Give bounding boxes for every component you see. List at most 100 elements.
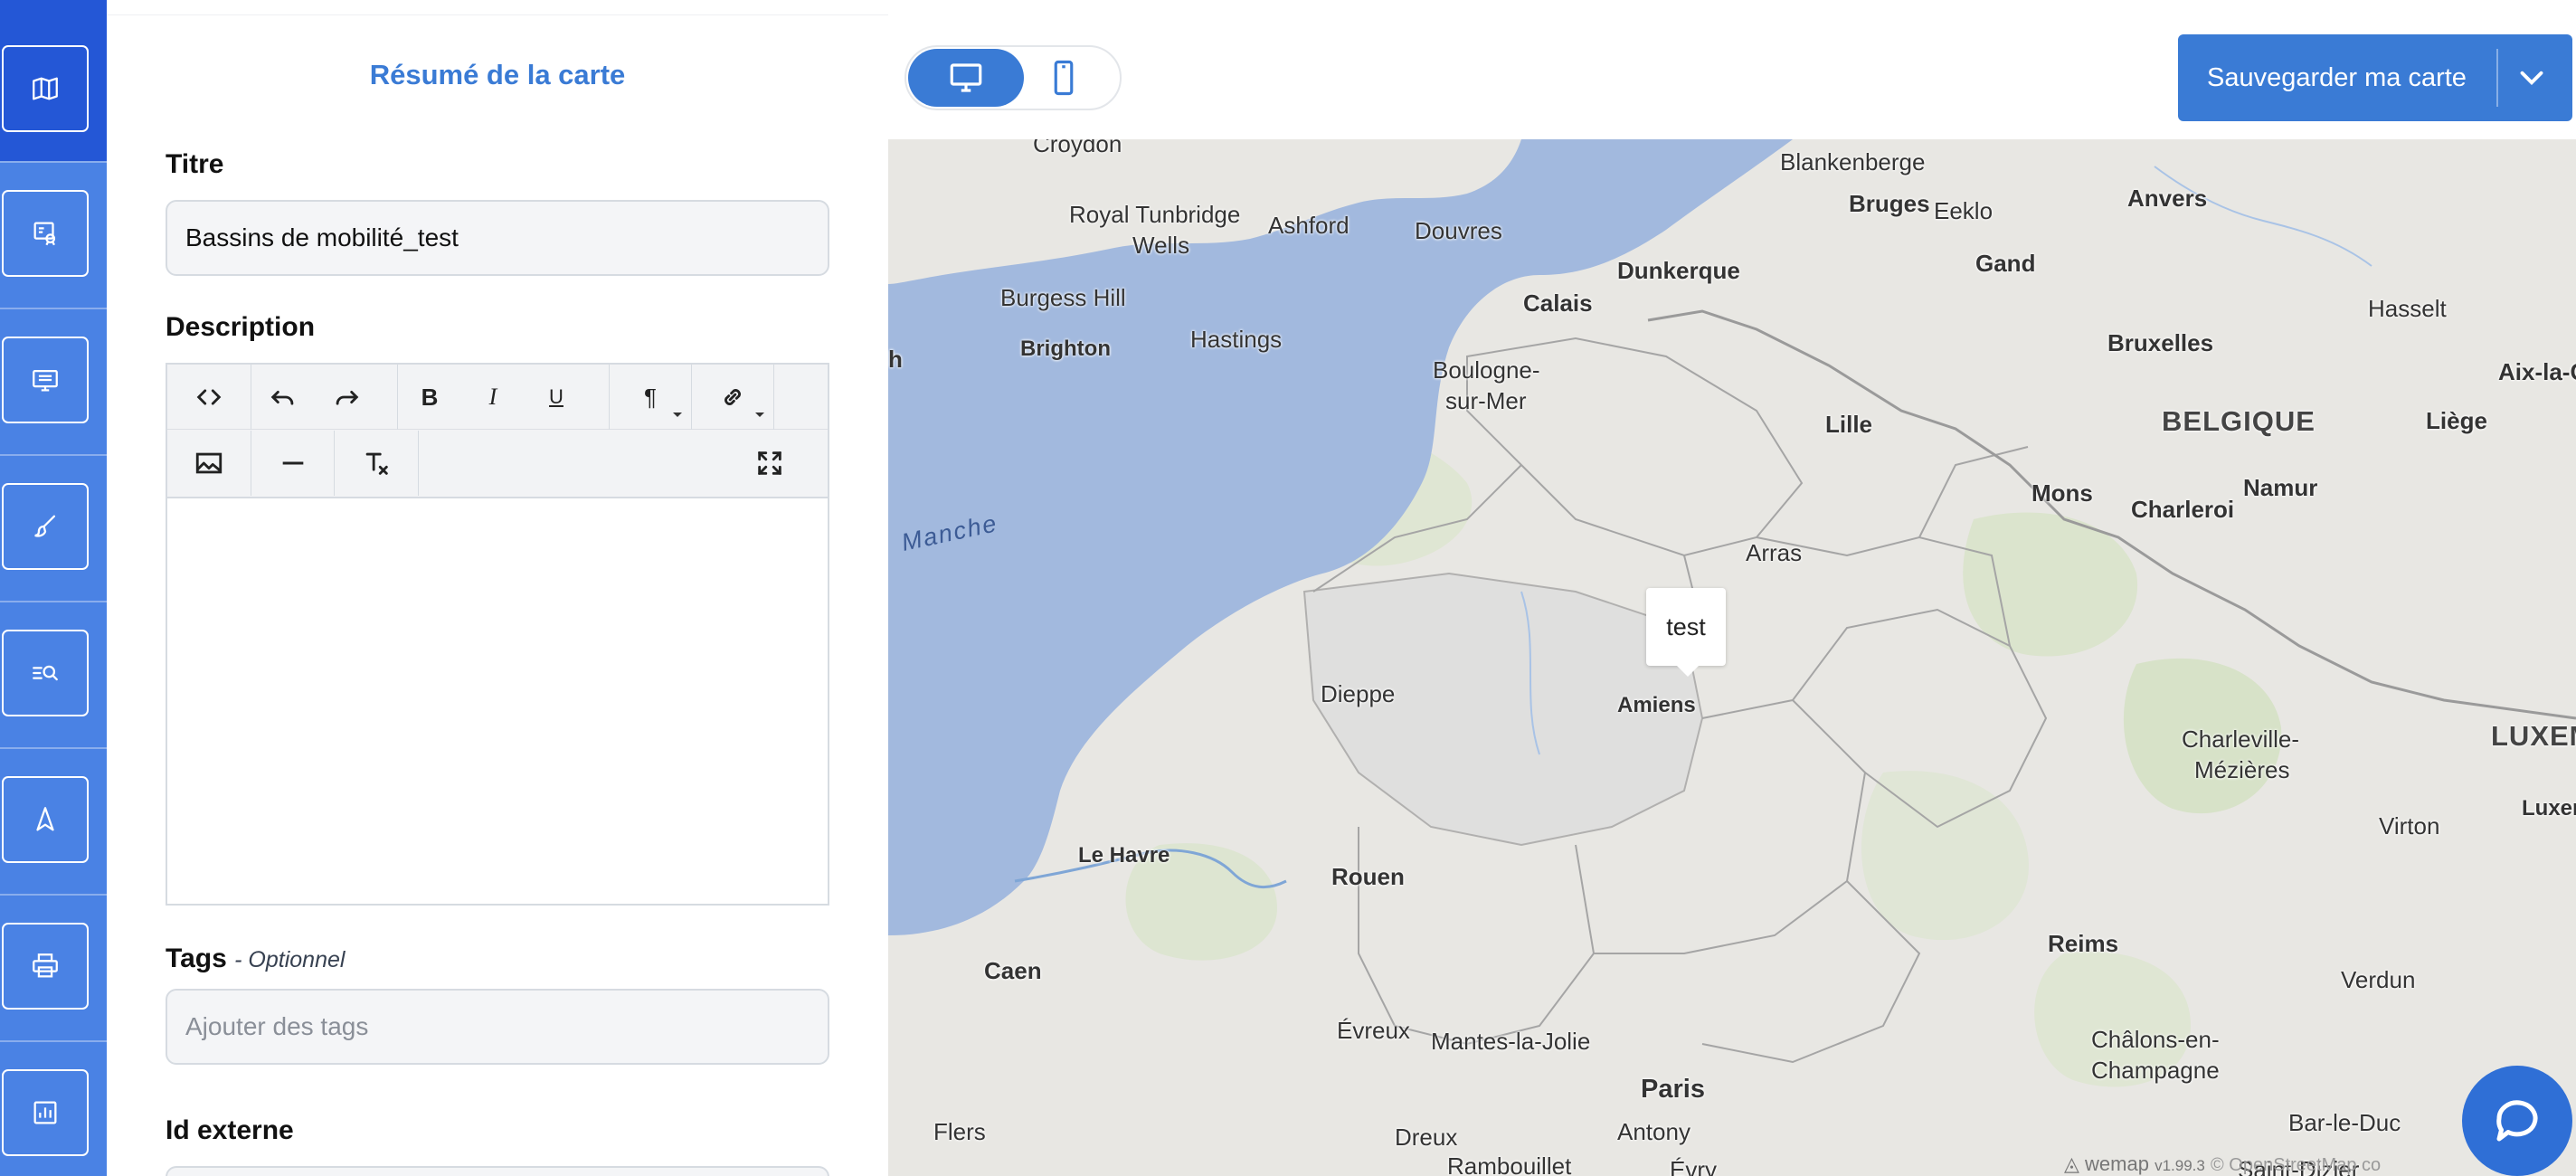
toolbar-divider bbox=[418, 431, 419, 496]
map-label: Champagne bbox=[2091, 1057, 2220, 1084]
tags-label: Tags - Optionnel bbox=[166, 944, 345, 974]
code-view-button[interactable] bbox=[167, 365, 251, 430]
link-icon bbox=[724, 389, 741, 405]
map-label: Bruxelles bbox=[2107, 329, 2214, 356]
external-id-label: Id externe bbox=[166, 1115, 294, 1145]
map-label: Dreux bbox=[1395, 1124, 1458, 1151]
italic-icon: I bbox=[488, 384, 497, 410]
support-chat-button[interactable] bbox=[2462, 1066, 2572, 1176]
basemap bbox=[888, 139, 2576, 1176]
underline-button[interactable]: U bbox=[525, 365, 588, 430]
map-label: BELGIQUE bbox=[2162, 405, 2316, 437]
insert-image-button[interactable] bbox=[167, 431, 251, 496]
desktop-icon bbox=[950, 63, 982, 92]
rail-button-map[interactable] bbox=[2, 45, 89, 132]
undo-button[interactable] bbox=[251, 365, 315, 430]
map-label: Le Havre bbox=[1078, 843, 1170, 868]
rail-divider bbox=[0, 747, 107, 749]
clear-formatting-button[interactable] bbox=[335, 431, 418, 496]
code-icon bbox=[196, 389, 222, 405]
list-search-icon bbox=[33, 665, 58, 681]
map-label: Paris bbox=[1641, 1075, 1705, 1104]
undo-icon bbox=[270, 390, 294, 405]
rail-button-print[interactable] bbox=[2, 923, 89, 1010]
map-icon bbox=[33, 77, 58, 100]
rail-button-statistics[interactable] bbox=[2, 1069, 89, 1156]
map-label: Rambouillet bbox=[1447, 1152, 1572, 1176]
chevron-down-icon[interactable] bbox=[2513, 59, 2551, 97]
bold-button[interactable]: B bbox=[398, 365, 461, 430]
fullscreen-button[interactable] bbox=[728, 431, 811, 496]
map-label: Flers bbox=[933, 1118, 986, 1145]
insert-link-button[interactable] bbox=[692, 365, 773, 430]
attribution-osm[interactable]: © OpenStreetMap co bbox=[2211, 1155, 2381, 1175]
map-label: h bbox=[888, 346, 903, 373]
map-label: Boulogne- bbox=[1433, 356, 1540, 384]
attribution-version: v1.99.3 bbox=[2155, 1157, 2205, 1174]
map-label: Brighton bbox=[1020, 337, 1111, 361]
rail-button-layers[interactable] bbox=[2, 190, 89, 277]
map-label: Virton bbox=[2379, 812, 2440, 839]
paragraph-format-button[interactable]: ¶ bbox=[610, 365, 691, 430]
map-label: Arras bbox=[1746, 539, 1803, 566]
paragraph-icon: ¶ bbox=[644, 383, 657, 411]
map-label: Châlons-en- bbox=[2091, 1026, 2220, 1053]
map-label: Charleroi bbox=[2131, 496, 2235, 523]
external-id-input[interactable] bbox=[166, 1166, 829, 1176]
map-view[interactable]: Croydon Royal Tunbridge Wells Ashford Do… bbox=[888, 139, 2576, 1176]
toolbar-row: B I U ¶ bbox=[167, 365, 828, 430]
save-map-button[interactable]: Sauvegarder ma carte bbox=[2178, 34, 2572, 121]
rail-divider bbox=[0, 308, 107, 309]
map-label: Eeklo bbox=[1934, 197, 1994, 224]
map-label: sur-Mer bbox=[1445, 387, 1527, 414]
map-label: Burgess Hill bbox=[1000, 284, 1126, 311]
map-label: Rouen bbox=[1331, 863, 1405, 890]
map-label: Douvres bbox=[1415, 217, 1502, 244]
mobile-icon bbox=[1054, 60, 1074, 96]
toolbar-row bbox=[167, 431, 828, 496]
rail-button-style[interactable] bbox=[2, 483, 89, 570]
redo-button[interactable] bbox=[315, 365, 378, 430]
chat-bubble-icon bbox=[2496, 1100, 2538, 1142]
map-label: Bar-le-Duc bbox=[2288, 1109, 2401, 1136]
rail-divider bbox=[0, 161, 107, 163]
map-label: Luxem bbox=[2522, 796, 2576, 820]
panel-title: Résumé de la carte bbox=[369, 59, 626, 90]
map-label: Gand bbox=[1975, 250, 2036, 277]
mobile-preview-button[interactable] bbox=[1006, 49, 1122, 107]
layers-link-icon bbox=[33, 222, 56, 246]
tags-label-text: Tags bbox=[166, 944, 227, 973]
map-label: Bruges bbox=[1849, 190, 1930, 217]
editor-content[interactable] bbox=[167, 500, 828, 904]
map-label: Évreux bbox=[1337, 1017, 1410, 1044]
editor-toolbar: B I U ¶ bbox=[167, 365, 828, 498]
map-label: Dunkerque bbox=[1617, 257, 1740, 284]
chevron-down-icon bbox=[755, 413, 764, 417]
map-label: Mézières bbox=[2194, 756, 2290, 783]
horizontal-line-button[interactable] bbox=[251, 431, 334, 496]
redo-icon bbox=[336, 390, 359, 405]
title-label: Titre bbox=[166, 149, 224, 179]
device-preview-toggle bbox=[904, 45, 1122, 110]
rail-divider bbox=[0, 454, 107, 456]
rail-divider bbox=[0, 1040, 107, 1042]
map-label: LUXEM bbox=[2491, 720, 2576, 752]
tags-input[interactable] bbox=[166, 989, 829, 1065]
map-label: Dieppe bbox=[1321, 680, 1396, 707]
map-label: Reims bbox=[2048, 930, 2119, 957]
map-popup[interactable]: test bbox=[1646, 588, 1726, 677]
map-summary-panel: Résumé de la carte Titre Description B bbox=[107, 14, 888, 1176]
rail-button-display[interactable] bbox=[2, 337, 89, 423]
rail-button-search-list[interactable] bbox=[2, 630, 89, 716]
print-icon bbox=[33, 953, 58, 978]
icon-rail bbox=[0, 0, 107, 1176]
map-label: Anvers bbox=[2127, 185, 2208, 212]
rail-button-navigation[interactable] bbox=[2, 776, 89, 863]
save-map-label: Sauvegarder ma carte bbox=[2207, 63, 2467, 92]
italic-button[interactable]: I bbox=[461, 365, 525, 430]
display-icon bbox=[33, 369, 58, 392]
map-label: Blankenberge bbox=[1780, 148, 1926, 175]
title-input[interactable] bbox=[166, 200, 829, 276]
map-attribution: ◬ wemap v1.99.3 © OpenStreetMap co bbox=[2064, 1152, 2381, 1176]
map-label: Hastings bbox=[1190, 326, 1283, 353]
